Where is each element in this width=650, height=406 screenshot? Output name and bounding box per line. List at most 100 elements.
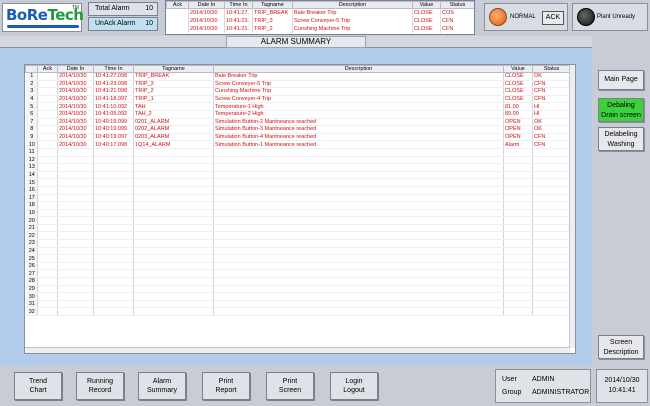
- empty-row[interactable]: 29: [25, 285, 571, 294]
- alarm-cell: 2014/10/30: [57, 102, 94, 111]
- login-logout-label-1: Login: [345, 378, 363, 385]
- empty-cell: [532, 216, 571, 225]
- grid-col-time[interactable]: Time In: [93, 65, 134, 73]
- empty-row[interactable]: 22: [25, 231, 571, 241]
- empty-row[interactable]: 16: [25, 186, 571, 195]
- trend-chart-button[interactable]: Trend Chart: [14, 372, 62, 400]
- empty-cell: [532, 148, 571, 157]
- alarm-row[interactable]: 3 2014/10/30 10:41:21.098 TRIP_2 Cunshing Ma…: [25, 87, 571, 96]
- alarm-row[interactable]: 9 2014/10/30 10:40:19.097 0203_ALARM Simulat…: [25, 133, 571, 142]
- empty-cell: [93, 194, 134, 203]
- empty-cell: [57, 231, 94, 241]
- print-screen-button[interactable]: Print Screen: [266, 372, 314, 400]
- grid-col-value[interactable]: Value: [503, 65, 533, 73]
- unack-alarm-counter: UnAck Alarm 10: [88, 17, 158, 31]
- empty-row[interactable]: 32: [25, 307, 571, 316]
- mini-col-status[interactable]: Status: [440, 1, 474, 9]
- alarm-row[interactable]: 7 2014/10/30 10:40:19.099 0201_ALARM Simulat…: [25, 118, 571, 127]
- alarm-summary-button[interactable]: Alarm Summary: [138, 372, 186, 400]
- user-info-panel: User ADMIN Group ADMINISTRATOR: [495, 369, 591, 403]
- alarm-row[interactable]: 6 2014/10/30 10:41:05.092 TAH_2 Temperature-…: [25, 110, 571, 119]
- empty-cell: 14: [25, 171, 38, 180]
- empty-row[interactable]: 11: [25, 148, 571, 157]
- grid-col-status[interactable]: Status: [532, 65, 571, 73]
- alarm-cell: OPEN: [503, 125, 533, 134]
- empty-row[interactable]: 28: [25, 277, 571, 286]
- grid-col-tagname[interactable]: Tagname: [133, 65, 214, 73]
- empty-row[interactable]: 12: [25, 156, 571, 165]
- delabeling-washing-label-2: Washing: [607, 141, 635, 148]
- empty-cell: [93, 307, 134, 316]
- empty-row[interactable]: 24: [25, 247, 571, 256]
- mini-col-date[interactable]: Date In: [188, 1, 225, 9]
- empty-cell: [133, 231, 214, 241]
- alarm-cell: HI: [532, 102, 571, 111]
- alarm-row[interactable]: 10 2014/10/30 10:40:17.098 1Q14_ALARM Simula…: [25, 140, 571, 149]
- alarm-cell: Simulation Button-2 Mantneance reached: [213, 118, 504, 127]
- main-page-button[interactable]: Main Page: [598, 70, 644, 90]
- mini-col-time[interactable]: Time In: [224, 1, 253, 9]
- empty-cell: [37, 224, 58, 233]
- empty-row[interactable]: 14: [25, 171, 571, 180]
- mini-col-ack[interactable]: Ack: [166, 1, 189, 9]
- empty-row[interactable]: 23: [25, 239, 571, 248]
- alarm-row[interactable]: 8 2014/10/30 10:40:19.099 0202_ALARM Simulat…: [25, 125, 571, 134]
- mini-col-description[interactable]: Description: [292, 1, 413, 9]
- delabeling-washing-button[interactable]: Delabeling Washing: [598, 127, 644, 151]
- empty-cell: 17: [25, 194, 38, 203]
- alarm-row[interactable]: 2 2014/10/30 10:41:23.098 TRIP_3 Screw Conve…: [25, 80, 571, 89]
- empty-row[interactable]: 18: [25, 201, 571, 210]
- alarm-cell: [37, 133, 58, 142]
- empty-row[interactable]: 21: [25, 224, 571, 233]
- mini-table-row[interactable]: 2014/10/30 10:41:23. TRIP_3 Screw Conveyer-…: [166, 16, 474, 25]
- empty-row[interactable]: 19: [25, 209, 571, 218]
- empty-cell: [503, 224, 533, 233]
- trend-chart-label-2: Chart: [29, 387, 47, 394]
- logo-trademark: TM: [71, 5, 79, 11]
- mini-table-row[interactable]: 2014/10/30 10:41:27. TRIP_BREAK Bale Breake…: [166, 8, 474, 17]
- empty-cell: [133, 201, 214, 210]
- empty-cell: 31: [25, 300, 38, 309]
- empty-row[interactable]: 13: [25, 163, 571, 172]
- empty-cell: [213, 194, 504, 203]
- mini-table-cell: [166, 8, 189, 17]
- alarm-cell: [37, 102, 58, 111]
- empty-row[interactable]: 30: [25, 292, 571, 301]
- running-record-button[interactable]: Running Record: [76, 372, 124, 400]
- empty-cell: [532, 239, 571, 248]
- alarm-row[interactable]: 5 2014/10/30 10:41:10.092 TAH Temperature-1 …: [25, 102, 571, 111]
- alarm-cell: CLOSE: [503, 80, 533, 89]
- mini-col-tagname[interactable]: Tagname: [252, 1, 293, 9]
- empty-cell: 28: [25, 277, 38, 286]
- empty-row[interactable]: 17: [25, 194, 571, 203]
- empty-cell: [133, 178, 214, 187]
- empty-row[interactable]: 25: [25, 254, 571, 263]
- empty-row[interactable]: 15: [25, 178, 571, 187]
- screen-description-button[interactable]: Screen Description: [598, 335, 644, 359]
- grid-col-date[interactable]: Date In: [57, 65, 94, 73]
- mini-table-cell: COS: [440, 8, 474, 17]
- alarm-cell: CFN: [532, 133, 571, 142]
- empty-row[interactable]: 31: [25, 300, 571, 309]
- mini-table-row[interactable]: 2014/10/30 10:41:21. TRIP_2 Cunshing Machin…: [166, 24, 474, 33]
- alarm-row[interactable]: 1 2014/10/30 10:41:27.098 TRIP_BREAK Bale Br…: [25, 72, 571, 81]
- print-report-button[interactable]: Print Report: [202, 372, 250, 400]
- login-logout-button[interactable]: Login Logout: [330, 372, 378, 400]
- empty-row[interactable]: 27: [25, 269, 571, 279]
- empty-cell: [133, 300, 214, 309]
- empty-row[interactable]: 20: [25, 216, 571, 225]
- vertical-scrollbar[interactable]: [569, 65, 575, 348]
- empty-cell: [93, 292, 134, 301]
- alarm-cell: Bale Breaker Trip: [213, 72, 504, 81]
- empty-row[interactable]: 26: [25, 262, 571, 271]
- debaling-drain-button[interactable]: Debaling Drain screen: [598, 98, 644, 122]
- horizontal-scrollbar[interactable]: [25, 347, 570, 353]
- empty-cell: 23: [25, 239, 38, 248]
- mini-col-value[interactable]: Value: [412, 1, 441, 9]
- alarm-cell: HI: [532, 110, 571, 119]
- alarm-row[interactable]: 4 2014/10/30 10:41:18.097 TRIP_1 Screw Conve…: [25, 95, 571, 104]
- empty-cell: [503, 171, 533, 180]
- ack-button[interactable]: ACK: [542, 11, 564, 25]
- grid-col-ack[interactable]: Ack: [37, 65, 58, 73]
- grid-col-description[interactable]: Description: [213, 65, 504, 73]
